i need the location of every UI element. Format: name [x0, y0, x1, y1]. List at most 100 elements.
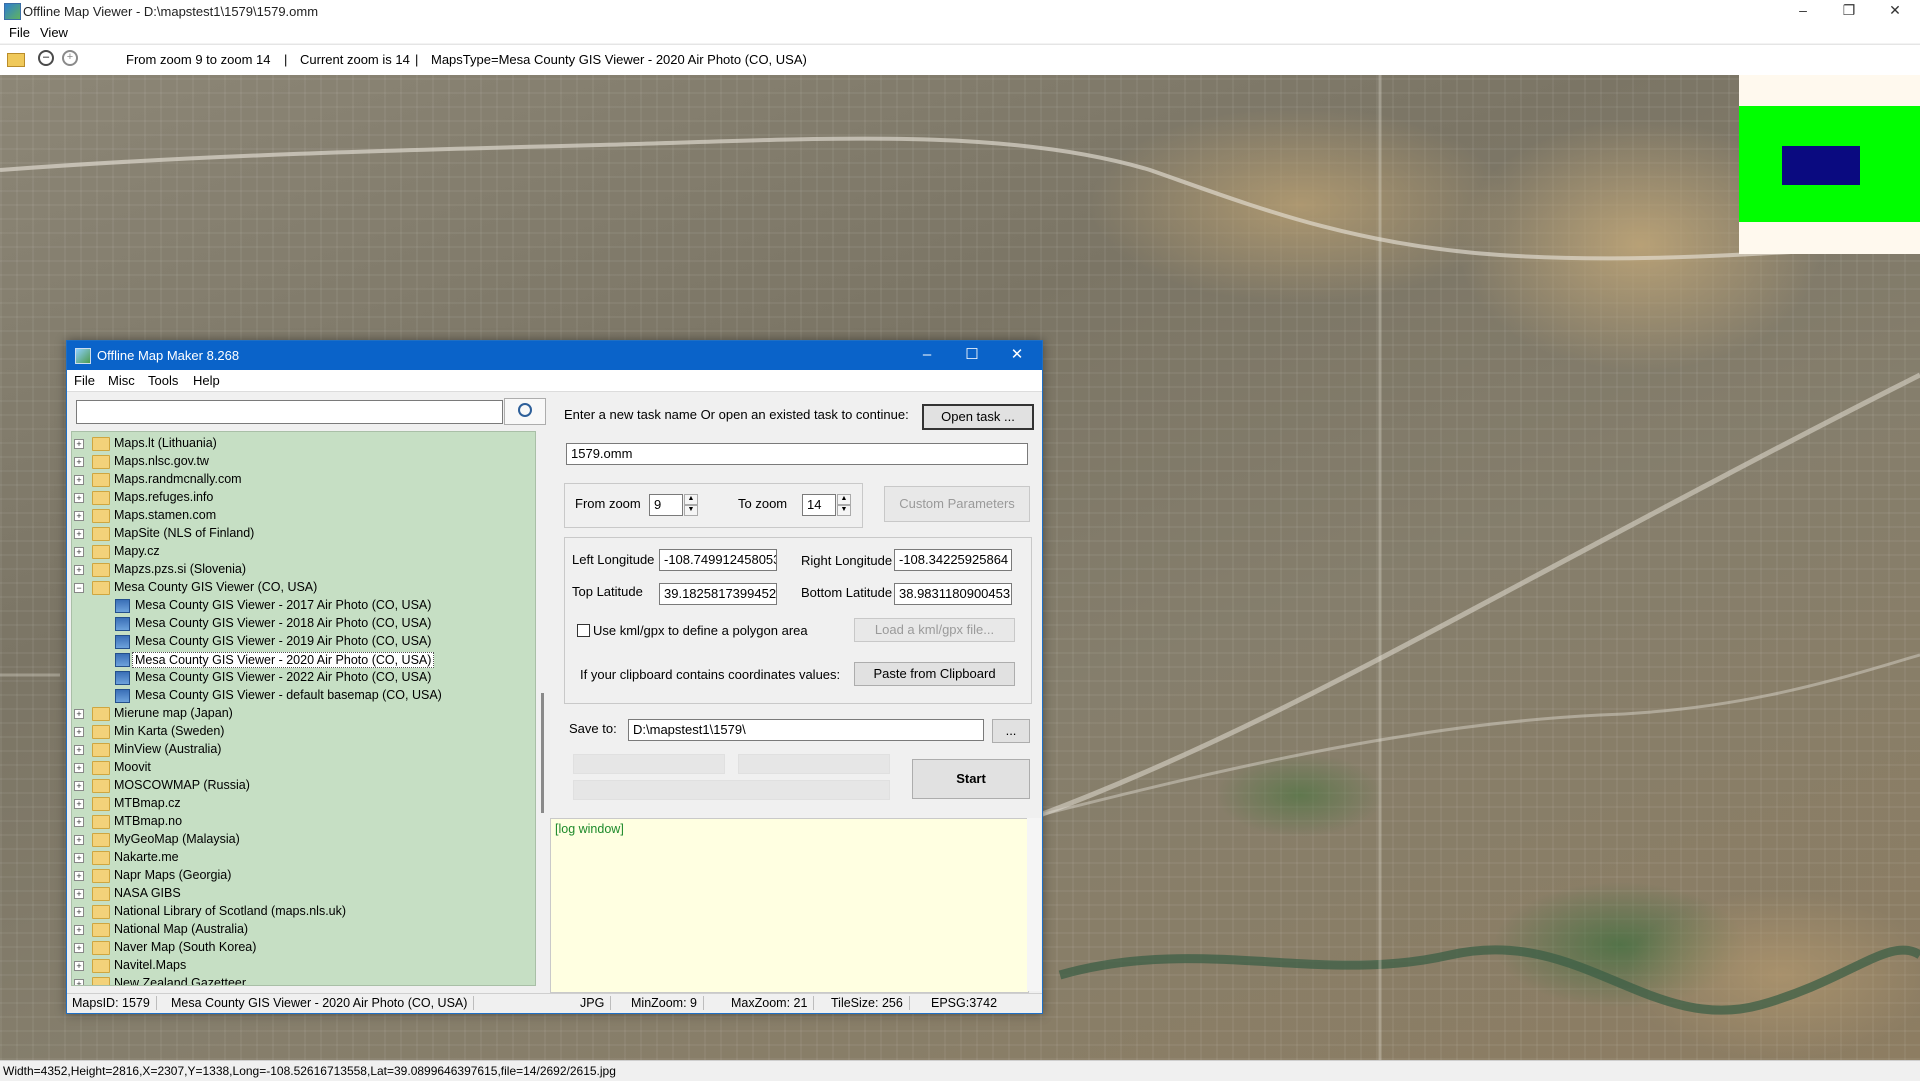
tree-item[interactable]: Mesa County GIS Viewer - 2020 Air Photo … — [74, 651, 529, 669]
tree-item[interactable]: + Maps.refuges.info — [74, 489, 529, 507]
tree-item[interactable]: Mesa County GIS Viewer - 2018 Air Photo … — [74, 615, 529, 633]
expand-icon[interactable]: + — [74, 925, 84, 935]
tree-item[interactable]: + Min Karta (Sweden) — [74, 723, 529, 741]
expand-icon[interactable]: + — [74, 763, 84, 773]
left-longitude-input[interactable]: -108.749912458053 — [659, 549, 777, 571]
expand-icon[interactable]: + — [74, 799, 84, 809]
tree-item[interactable]: Mesa County GIS Viewer - 2022 Air Photo … — [74, 669, 529, 687]
search-button[interactable] — [504, 398, 546, 425]
tree-item[interactable]: + MyGeoMap (Malaysia) — [74, 831, 529, 849]
to-zoom-input[interactable]: 14 — [802, 494, 836, 516]
save-path-input[interactable]: D:\mapstest1\1579\ — [628, 719, 984, 741]
tree-item[interactable]: Mesa County GIS Viewer - default basemap… — [74, 687, 529, 705]
paste-clipboard-button[interactable]: Paste from Clipboard — [854, 662, 1015, 686]
to-zoom-label: To zoom — [738, 496, 788, 511]
from-zoom-down-icon[interactable]: ▼ — [684, 505, 698, 516]
close-icon[interactable]: ✕ — [1872, 0, 1918, 22]
map-source-tree[interactable]: + Maps.lt (Lithuania) + Maps.nlsc.gov.tw + Ma… — [71, 431, 536, 986]
minimize-icon[interactable]: – — [1780, 0, 1826, 22]
tree-item[interactable]: + MinView (Australia) — [74, 741, 529, 759]
expand-icon[interactable]: + — [74, 943, 84, 953]
tree-item[interactable]: + New Zealand Gazetteer — [74, 975, 529, 985]
tree-item[interactable]: + Maps.lt (Lithuania) — [74, 435, 529, 453]
dialog-menu-tools[interactable]: Tools — [148, 373, 178, 388]
load-kml-button[interactable]: Load a kml/gpx file... — [854, 618, 1015, 642]
dialog-minimize-icon[interactable]: – — [905, 344, 949, 368]
start-button[interactable]: Start — [912, 759, 1030, 799]
expand-icon[interactable]: + — [74, 511, 84, 521]
expand-icon[interactable]: + — [74, 457, 84, 467]
expand-icon[interactable]: + — [74, 565, 84, 575]
tree-item[interactable]: + Mapzs.pzs.si (Slovenia) — [74, 561, 529, 579]
log-window[interactable]: [log window] — [550, 818, 1029, 993]
to-zoom-down-icon[interactable]: ▼ — [837, 505, 851, 516]
expand-icon[interactable]: + — [74, 835, 84, 845]
dialog-maximize-icon[interactable]: ☐ — [950, 344, 994, 368]
tree-item-label: Navitel.Maps — [114, 958, 187, 972]
tree-item[interactable]: + Nakarte.me — [74, 849, 529, 867]
tree-item[interactable]: + MOSCOWMAP (Russia) — [74, 777, 529, 795]
tree-item[interactable]: + MTBmap.cz — [74, 795, 529, 813]
expand-icon[interactable]: + — [74, 745, 84, 755]
expand-icon[interactable]: + — [74, 979, 84, 985]
expand-icon[interactable]: + — [74, 781, 84, 791]
tree-item[interactable]: + Mapy.cz — [74, 543, 529, 561]
top-latitude-input[interactable]: 39.1825817399452 — [659, 583, 777, 605]
tree-item[interactable]: Mesa County GIS Viewer - 2017 Air Photo … — [74, 597, 529, 615]
dialog-menu-help[interactable]: Help — [193, 373, 220, 388]
bottom-latitude-input[interactable]: 38.9831180900453 — [894, 583, 1012, 605]
expand-icon[interactable]: + — [74, 961, 84, 971]
expand-icon[interactable]: + — [74, 727, 84, 737]
tree-item[interactable]: + National Map (Australia) — [74, 921, 529, 939]
open-task-button[interactable]: Open task ... — [922, 404, 1034, 430]
zoom-in-icon[interactable]: + — [62, 50, 78, 66]
search-input[interactable] — [76, 400, 503, 424]
tree-item[interactable]: + Napr Maps (Georgia) — [74, 867, 529, 885]
tree-item[interactable]: + Naver Map (South Korea) — [74, 939, 529, 957]
dialog-menu-file[interactable]: File — [74, 373, 95, 388]
tree-scrollbar[interactable] — [541, 693, 544, 813]
dialog-menu-misc[interactable]: Misc — [108, 373, 135, 388]
expand-icon[interactable]: + — [74, 439, 84, 449]
expand-icon[interactable]: + — [74, 493, 84, 503]
collapse-icon[interactable]: − — [74, 583, 84, 593]
expand-icon[interactable]: + — [74, 709, 84, 719]
task-name-input[interactable]: 1579.omm — [566, 443, 1028, 465]
expand-icon[interactable]: + — [74, 529, 84, 539]
expand-icon[interactable]: + — [74, 817, 84, 827]
expand-icon[interactable]: + — [74, 475, 84, 485]
open-folder-icon[interactable] — [7, 53, 25, 67]
from-zoom-input[interactable]: 9 — [649, 494, 683, 516]
tree-item[interactable]: + Maps.randmcnally.com — [74, 471, 529, 489]
tree-item[interactable]: + Navitel.Maps — [74, 957, 529, 975]
to-zoom-up-icon[interactable]: ▲ — [837, 494, 851, 505]
expand-icon[interactable]: + — [74, 907, 84, 917]
tree-item[interactable]: + National Library of Scotland (maps.nls.… — [74, 903, 529, 921]
browse-button[interactable]: ... — [992, 719, 1030, 743]
tree-item[interactable]: − Mesa County GIS Viewer (CO, USA) — [74, 579, 529, 597]
restore-icon[interactable]: ❐ — [1826, 0, 1872, 22]
menu-file[interactable]: File — [9, 25, 30, 40]
main-title-bar: Offline Map Viewer - D:\mapstest1\1579\1… — [0, 0, 1920, 22]
tree-item[interactable]: + Maps.nlsc.gov.tw — [74, 453, 529, 471]
log-scrollbar[interactable] — [1027, 818, 1041, 991]
from-zoom-up-icon[interactable]: ▲ — [684, 494, 698, 505]
right-longitude-input[interactable]: -108.34225925864 — [894, 549, 1012, 571]
tree-item[interactable]: + MapSite (NLS of Finland) — [74, 525, 529, 543]
menu-view[interactable]: View — [40, 25, 68, 40]
use-kml-checkbox[interactable] — [577, 624, 590, 637]
zoom-out-icon[interactable]: – — [38, 50, 54, 66]
tree-item[interactable]: + Maps.stamen.com — [74, 507, 529, 525]
expand-icon[interactable]: + — [74, 547, 84, 557]
expand-icon[interactable]: + — [74, 853, 84, 863]
expand-icon[interactable]: + — [74, 871, 84, 881]
dialog-close-icon[interactable]: ✕ — [995, 344, 1039, 368]
overview-map[interactable] — [1739, 75, 1920, 254]
tree-item[interactable]: + MTBmap.no — [74, 813, 529, 831]
tree-item[interactable]: Mesa County GIS Viewer - 2019 Air Photo … — [74, 633, 529, 651]
tree-item[interactable]: + NASA GIBS — [74, 885, 529, 903]
tree-item[interactable]: + Mierune map (Japan) — [74, 705, 529, 723]
custom-parameters-button[interactable]: Custom Parameters — [884, 486, 1030, 522]
tree-item[interactable]: + Moovit — [74, 759, 529, 777]
expand-icon[interactable]: + — [74, 889, 84, 899]
